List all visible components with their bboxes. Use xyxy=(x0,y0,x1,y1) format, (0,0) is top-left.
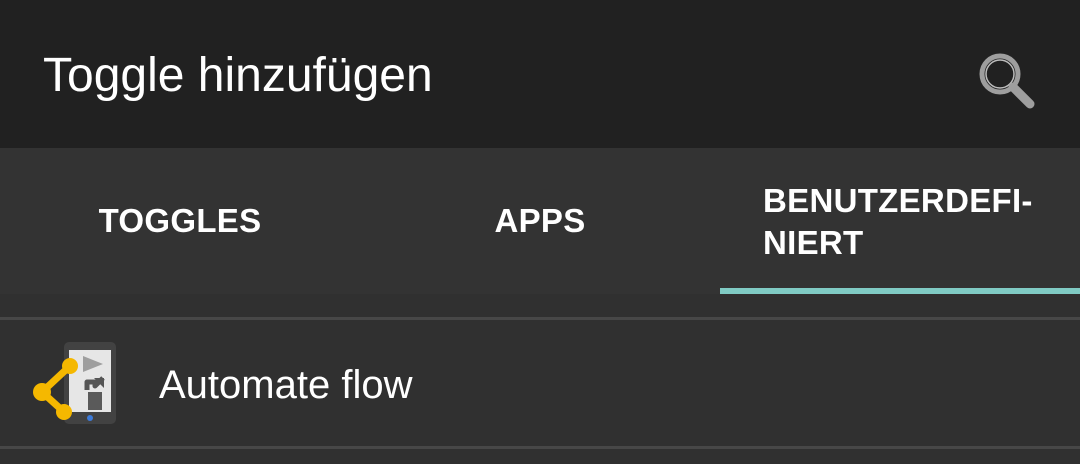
search-button[interactable] xyxy=(966,40,1046,120)
tab-toggles-label: TOGGLES xyxy=(98,202,262,239)
search-icon xyxy=(979,53,1035,109)
list-item-automate-flow[interactable]: Automate flow xyxy=(0,320,1080,446)
list-item-label: Automate flow xyxy=(159,363,413,407)
tab-bar: TOGGLES APPS BENUTZERDEFI- NIERT xyxy=(0,148,1080,294)
list-divider-bottom xyxy=(0,446,1080,449)
tab-apps[interactable]: APPS xyxy=(360,148,720,294)
automate-flow-icon xyxy=(33,342,116,424)
app-toolbar: Toggle hinzufügen xyxy=(0,0,1080,148)
app-root: Toggle hinzufügen TOGGLES APPS BENUTZERD… xyxy=(0,0,1080,464)
selected-tab-indicator xyxy=(720,288,1080,294)
tab-toggles[interactable]: TOGGLES xyxy=(0,148,360,294)
tab-custom[interactable]: BENUTZERDEFI- NIERT xyxy=(720,148,1080,294)
tab-custom-label: BENUTZERDEFI- NIERT xyxy=(763,182,1033,261)
page-title: Toggle hinzufügen xyxy=(43,49,433,102)
tab-apps-label: APPS xyxy=(494,202,586,239)
